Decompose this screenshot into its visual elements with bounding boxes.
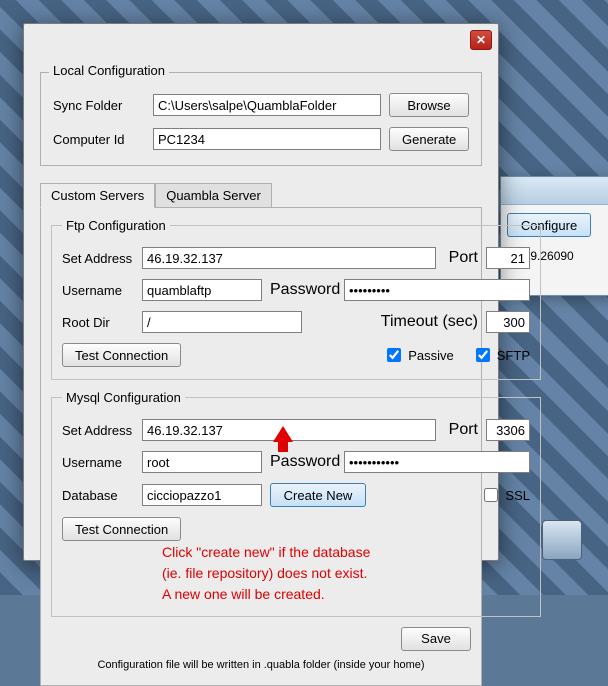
ftp-user-label: Username [62,283,134,298]
desktop-icon[interactable] [540,520,584,562]
ftp-group: Ftp Configuration Set Address Port Usern… [51,218,541,380]
annotation-arrow-icon [273,426,293,442]
mysql-db-label: Database [62,488,134,503]
annotation-line2: (ie. file repository) does not exist. [162,564,530,583]
sftp-checkbox[interactable]: SFTP [472,345,530,365]
mysql-user-label: Username [62,455,134,470]
ftp-user-input[interactable] [142,279,262,301]
tab-bar: Custom Servers Quambla Server [40,182,482,207]
browse-button[interactable]: Browse [389,93,469,117]
ftp-root-label: Root Dir [62,315,134,330]
ftp-pwd-input[interactable] [344,279,530,301]
footnote-text: Configuration file will be written in .q… [51,659,471,671]
mysql-pwd-input[interactable] [344,451,530,473]
ssl-label: SSL [505,488,530,503]
ftp-addr-label: Set Address [62,251,134,266]
ftp-port-input[interactable] [486,247,530,269]
background-window-titlebar [501,177,608,205]
ftp-timeout-input[interactable] [486,311,530,333]
config-dialog: ✕ Local Configuration Sync Folder Browse… [23,23,499,561]
ftp-pwd-label: Password [270,281,336,299]
sftp-label: SFTP [497,348,530,363]
ftp-legend: Ftp Configuration [62,218,170,233]
generate-button[interactable]: Generate [389,127,469,151]
passive-checkbox[interactable]: Passive [383,345,454,365]
mysql-legend: Mysql Configuration [62,390,185,405]
tab-custom-servers[interactable]: Custom Servers [40,183,155,208]
ssl-checkbox[interactable]: SSL [480,485,530,505]
annotation-line3: A new one will be created. [162,585,530,604]
mysql-port-input[interactable] [486,419,530,441]
local-config-legend: Local Configuration [49,63,169,78]
computer-id-input[interactable] [153,128,381,150]
mysql-db-input[interactable] [142,484,262,506]
ftp-test-button[interactable]: Test Connection [62,343,181,367]
save-button[interactable]: Save [401,627,471,651]
mysql-port-label: Port [444,421,478,439]
passive-label: Passive [408,348,454,363]
close-icon[interactable]: ✕ [470,30,492,50]
ftp-timeout-label: Timeout (sec) [310,313,478,331]
ftp-addr-input[interactable] [142,247,436,269]
mysql-pwd-label: Password [270,453,336,471]
mysql-test-button[interactable]: Test Connection [62,517,181,541]
annotation-line1: Click "create new" if the database [162,543,530,562]
tab-content: Ftp Configuration Set Address Port Usern… [40,207,482,686]
sync-folder-input[interactable] [153,94,381,116]
mysql-addr-label: Set Address [62,423,134,438]
local-config-group: Local Configuration Sync Folder Browse C… [40,72,482,166]
tab-quambla-server[interactable]: Quambla Server [155,183,272,208]
create-new-button[interactable]: Create New [270,483,366,507]
ftp-port-label: Port [444,249,478,267]
computer-id-label: Computer Id [53,132,145,147]
mysql-group: Mysql Configuration Set Address Port Use… [51,390,541,617]
sync-folder-label: Sync Folder [53,98,145,113]
mysql-user-input[interactable] [142,451,262,473]
ftp-root-input[interactable] [142,311,302,333]
